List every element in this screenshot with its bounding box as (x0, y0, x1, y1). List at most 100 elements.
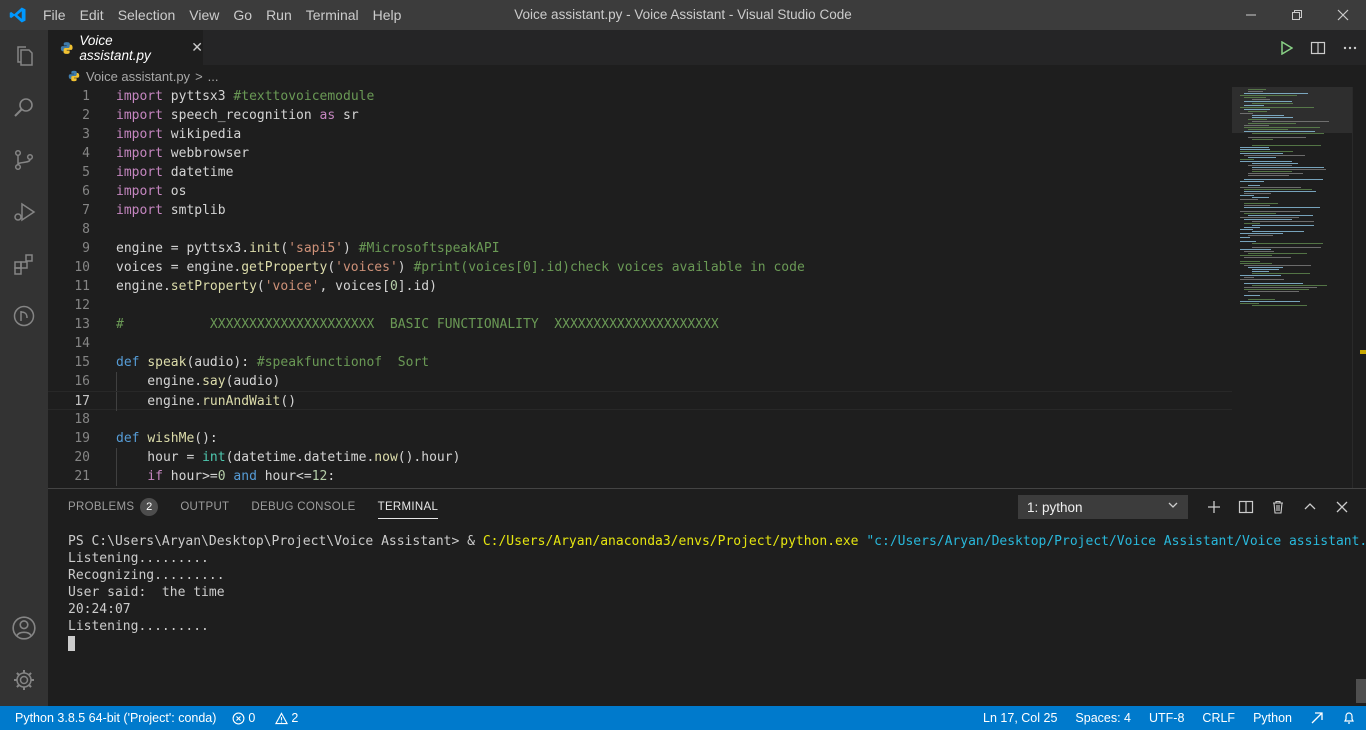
code-line-current: 17 engine.runAndWait() (48, 391, 1232, 411)
vscode-logo-icon[interactable] (0, 0, 36, 30)
extensions-icon[interactable] (0, 238, 48, 290)
minimap-line (1252, 273, 1310, 274)
code-line: 20 hour = int(datetime.datetime.now().ho… (48, 448, 1232, 467)
minimap[interactable] (1232, 87, 1352, 488)
minimap-line (1252, 167, 1324, 168)
terminal-line: 20:24:07 (68, 602, 131, 617)
code-editor[interactable]: 1 import pyttsx3 #texttovoicemodule 2 impo… (48, 87, 1232, 488)
gear-icon[interactable] (0, 654, 48, 706)
eol-status[interactable]: CRLF (1202, 711, 1235, 725)
code-line: 1 import pyttsx3 #texttovoicemodule (48, 87, 1232, 106)
remote-explorer-icon[interactable] (0, 290, 48, 342)
minimap-line (1244, 105, 1264, 106)
minimap-line (1252, 243, 1323, 244)
breadcrumb-file[interactable]: Voice assistant.py (86, 69, 190, 84)
terminal-line: Recognizing......... (68, 568, 225, 583)
python-interpreter-status[interactable]: Python 3.8.5 64-bit ('Project': conda) (15, 711, 216, 725)
problems-status[interactable]: 0 2 (232, 711, 314, 725)
minimap-line (1252, 117, 1293, 118)
minimap-line (1240, 275, 1281, 276)
tab-problems[interactable]: PROBLEMS 2 (68, 489, 159, 525)
explorer-icon[interactable] (0, 30, 48, 82)
code-line: 11 engine.setProperty('voice', voices[0].… (48, 277, 1232, 296)
line-number: 8 (82, 222, 90, 237)
menu-terminal[interactable]: Terminal (299, 0, 366, 30)
editor-scrollbar[interactable] (1352, 87, 1366, 488)
menu-go[interactable]: Go (226, 0, 259, 30)
minimap-line (1244, 265, 1311, 266)
breadcrumb-more[interactable]: ... (208, 69, 219, 84)
code-line: 8 (48, 220, 1232, 239)
terminal-output[interactable]: PS C:\Users\Aryan\Desktop\Project\Voice … (68, 533, 1366, 652)
minimap-line (1240, 153, 1283, 154)
minimap-line (1244, 203, 1278, 204)
search-icon[interactable] (0, 82, 48, 134)
breadcrumb: Voice assistant.py > ... (48, 65, 1232, 87)
menu-file[interactable]: File (36, 0, 73, 30)
encoding-status[interactable]: UTF-8 (1149, 711, 1184, 725)
run-file-icon[interactable] (1270, 40, 1302, 55)
terminal-select[interactable]: 1: python (1018, 495, 1188, 519)
minimap-line (1252, 269, 1279, 270)
breadcrumb-chevron-icon: > (195, 68, 203, 84)
accounts-icon[interactable] (0, 602, 48, 654)
code-line: 6 import os (48, 182, 1232, 201)
line-number: 7 (82, 203, 90, 218)
minimap-line (1248, 123, 1296, 124)
cursor-position-status[interactable]: Ln 17, Col 25 (983, 711, 1057, 725)
bell-icon[interactable] (1342, 711, 1356, 725)
minimap-line (1252, 139, 1273, 140)
menu-selection[interactable]: Selection (111, 0, 183, 30)
menu-edit[interactable]: Edit (73, 0, 111, 30)
line-number: 6 (82, 184, 90, 199)
tab-voice-assistant[interactable]: Voice assistant.py ✕ (48, 30, 203, 65)
split-editor-icon[interactable] (1302, 40, 1334, 56)
more-actions-icon[interactable] (1334, 40, 1366, 56)
python-file-icon (68, 70, 80, 82)
code-text: if hour>=0 and hour<=12: (147, 469, 336, 484)
code-line: 15 def speak(audio): #speakfunctionof Sor… (48, 353, 1232, 372)
close-window-button[interactable] (1320, 0, 1366, 30)
minimap-line (1252, 121, 1329, 122)
code-line: 4 import webbrowser (48, 144, 1232, 163)
minimap-line (1244, 109, 1270, 110)
menu-bar: File Edit Selection View Go Run Terminal… (36, 0, 408, 30)
minimap-line (1244, 125, 1269, 126)
trash-icon[interactable] (1262, 500, 1294, 514)
tab-terminal[interactable]: TERMINAL (377, 489, 439, 525)
tab-output[interactable]: OUTPUT (180, 489, 229, 525)
line-number: 11 (74, 279, 90, 294)
minimap-line (1240, 263, 1272, 264)
menu-run[interactable]: Run (259, 0, 299, 30)
maximize-panel-icon[interactable] (1294, 500, 1326, 514)
language-mode-status[interactable]: Python (1253, 711, 1292, 725)
split-terminal-icon[interactable] (1230, 499, 1262, 515)
minimap-line (1248, 215, 1313, 216)
restore-button[interactable] (1274, 0, 1320, 30)
minimap-line (1244, 179, 1323, 180)
terminal-line: PS C:\Users\Aryan\Desktop\Project\Voice … (68, 534, 1366, 549)
source-control-icon[interactable] (0, 134, 48, 186)
minimap-line (1244, 207, 1320, 208)
minimap-line (1248, 253, 1307, 254)
menu-help[interactable]: Help (366, 0, 409, 30)
minimap-line (1252, 171, 1292, 172)
indentation-status[interactable]: Spaces: 4 (1075, 711, 1131, 725)
minimap-line (1240, 233, 1283, 234)
close-panel-icon[interactable] (1326, 501, 1358, 513)
line-number: 12 (74, 298, 90, 313)
minimap-line (1248, 267, 1283, 268)
minimap-line (1252, 197, 1269, 198)
terminal-scrollbar[interactable] (1356, 679, 1366, 703)
tab-debug-console[interactable]: DEBUG CONSOLE (251, 489, 355, 525)
minimap-line (1244, 205, 1270, 206)
menu-view[interactable]: View (182, 0, 226, 30)
minimize-button[interactable] (1228, 0, 1274, 30)
feedback-icon[interactable] (1310, 711, 1324, 725)
minimap-line (1248, 111, 1267, 112)
minimap-line (1244, 189, 1312, 190)
new-terminal-icon[interactable] (1198, 500, 1230, 514)
minimap-line (1252, 145, 1321, 146)
close-icon[interactable]: ✕ (191, 39, 203, 56)
run-debug-icon[interactable] (0, 186, 48, 238)
